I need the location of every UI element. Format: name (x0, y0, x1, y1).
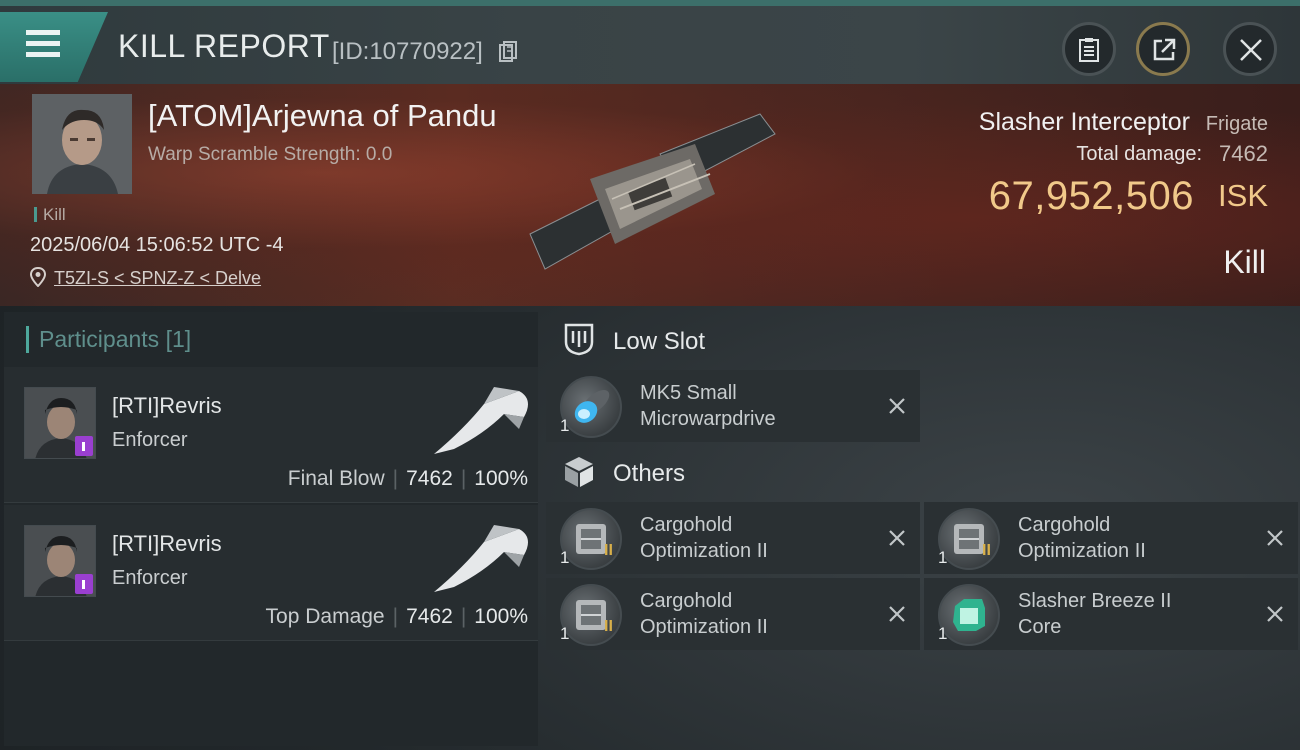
item-name: MK5 Small Microwarpdrive (640, 380, 880, 432)
item-quantity: 1 (560, 624, 570, 643)
pilot-name[interactable]: [RTI]Revris (112, 531, 222, 557)
low-slot-title: Low Slot (613, 328, 706, 355)
item-name-line2: Optimization II (640, 616, 768, 638)
isk-unit: ISK (1218, 178, 1268, 213)
item-quantity: 1 (560, 548, 570, 567)
header-bar: KILL REPORT [ID:10770922] (0, 0, 1300, 84)
kill-datetime: 2025/06/04 15:06:52 UTC -4 (30, 234, 284, 256)
item-name-line2: Optimization II (1018, 540, 1146, 562)
victim-name[interactable]: [ATOM]Arjewna of Pandu (148, 98, 497, 134)
participant-stat-label: Top Damage (265, 605, 385, 628)
report-id: [ID:10770922] (332, 38, 483, 65)
participant-percent: 100% (474, 467, 528, 490)
victim-portrait[interactable] (32, 94, 132, 194)
cargo-item[interactable]: 1 Slasher Breeze II Core (924, 578, 1298, 650)
tech-tier-badge: II (982, 542, 991, 559)
cargo-item[interactable]: 1 II Cargohold Optimization II (546, 578, 920, 650)
kill-result: Kill (1223, 244, 1266, 280)
participant-stats: Final Blow | 7462 | 100% (288, 467, 528, 491)
participant-row[interactable]: [RTI]Revris Enforcer Top Damage | 7462 |… (4, 505, 538, 641)
character-avatar (32, 94, 132, 194)
separator: | (460, 605, 467, 628)
participants-label: Participants (39, 326, 160, 352)
item-name: Slasher Breeze II Core (1018, 588, 1258, 640)
item-quantity: 1 (560, 416, 570, 435)
item-name-line1: Slasher Breeze II (1018, 590, 1172, 612)
item-quantity: 1 (938, 548, 948, 567)
cargo-item[interactable]: 1 II Cargohold Optimization II (924, 502, 1298, 574)
menu-icon (26, 30, 60, 35)
rank-badge-icon (75, 436, 93, 456)
destroyed-x-icon (889, 530, 905, 546)
tech-tier-badge: II (604, 542, 613, 559)
pilot-ship-type: Enforcer (112, 567, 188, 589)
item-quantity: 1 (938, 624, 948, 643)
destroyed-x-icon (1267, 530, 1283, 546)
others-title: Others (613, 460, 686, 487)
fitted-module-item[interactable]: 1 MK5 Small Microwarpdrive (546, 370, 920, 442)
clipboard-icon (1079, 38, 1099, 62)
location-link[interactable]: T5ZI-S < SPNZ-Z < Delve (54, 268, 261, 289)
separator: | (392, 467, 399, 490)
participant-damage: 7462 (406, 605, 453, 628)
kill-report-window: KILL REPORT [ID:10770922] [ATOM]Arjewna … (0, 0, 1300, 750)
tech-tier-badge: II (604, 618, 613, 635)
avatar[interactable] (24, 525, 96, 597)
separator: | (392, 605, 399, 628)
participant-row[interactable]: [RTI]Revris Enforcer Final Blow | 7462 |… (4, 367, 538, 503)
participants-panel: Participants [1] [RTI]Revris Enforcer Fi… (4, 312, 538, 746)
item-name-line1: Cargohold (640, 590, 733, 612)
item-name: Cargohold Optimization II (1018, 512, 1258, 564)
total-damage-value: 7462 (1219, 141, 1268, 166)
enforcer-ship-icon (434, 387, 528, 454)
destroyed-x-icon (1267, 606, 1283, 622)
participant-stats: Top Damage | 7462 | 100% (266, 605, 528, 629)
item-name-line2: Core (1018, 616, 1062, 638)
victim-banner: [ATOM]Arjewna of Pandu Warp Scramble Str… (0, 84, 1300, 306)
separator: | (460, 467, 467, 490)
isk-value: 67,952,506 (988, 174, 1194, 218)
item-name: Cargohold Optimization II (640, 588, 880, 640)
low-slot-icon (564, 323, 594, 356)
item-name-line1: Cargohold (640, 514, 733, 536)
location-pin-icon (30, 267, 46, 287)
rank-badge-icon (75, 574, 93, 594)
copy-icon[interactable] (499, 41, 517, 63)
participants-header: Participants [1] (26, 326, 191, 353)
cube-icon (565, 457, 593, 487)
destroyed-x-icon (889, 398, 905, 414)
item-name-line2: Optimization II (640, 540, 768, 562)
menu-icon-bar (26, 41, 60, 46)
close-icon (1240, 39, 1262, 61)
warp-scramble-strength: Warp Scramble Strength: 0.0 (148, 144, 393, 165)
ship-name[interactable]: Slasher Interceptor (979, 108, 1190, 137)
destroyed-x-icon (889, 606, 905, 622)
menu-icon-bar (26, 52, 60, 57)
clipboard-button[interactable] (1062, 22, 1116, 76)
pilot-name[interactable]: [RTI]Revris (112, 393, 222, 419)
enforcer-ship-icon (434, 525, 528, 592)
item-name: Cargohold Optimization II (640, 512, 880, 564)
victim-ship-image (529, 113, 776, 270)
cargo-item[interactable]: 1 II Cargohold Optimization II (546, 502, 920, 574)
pilot-ship-type: Enforcer (112, 429, 188, 451)
item-name-line1: Cargohold (1018, 514, 1111, 536)
participant-percent: 100% (474, 605, 528, 628)
item-name-line2: Microwarpdrive (640, 408, 776, 430)
menu-button[interactable] (0, 12, 108, 82)
page-title: KILL REPORT (118, 28, 330, 64)
total-damage-label: Total damage: (1076, 143, 1202, 165)
ship-class: Frigate (1205, 113, 1268, 135)
participants-count: [1] (165, 326, 192, 352)
share-button[interactable] (1136, 22, 1190, 76)
avatar[interactable] (24, 387, 96, 459)
kill-tag: Kill (34, 205, 66, 225)
share-icon (1153, 38, 1176, 61)
participant-damage: 7462 (406, 467, 453, 490)
item-name-line1: MK5 Small (640, 382, 737, 404)
participant-stat-label: Final Blow (287, 467, 385, 490)
close-button[interactable] (1223, 22, 1277, 76)
